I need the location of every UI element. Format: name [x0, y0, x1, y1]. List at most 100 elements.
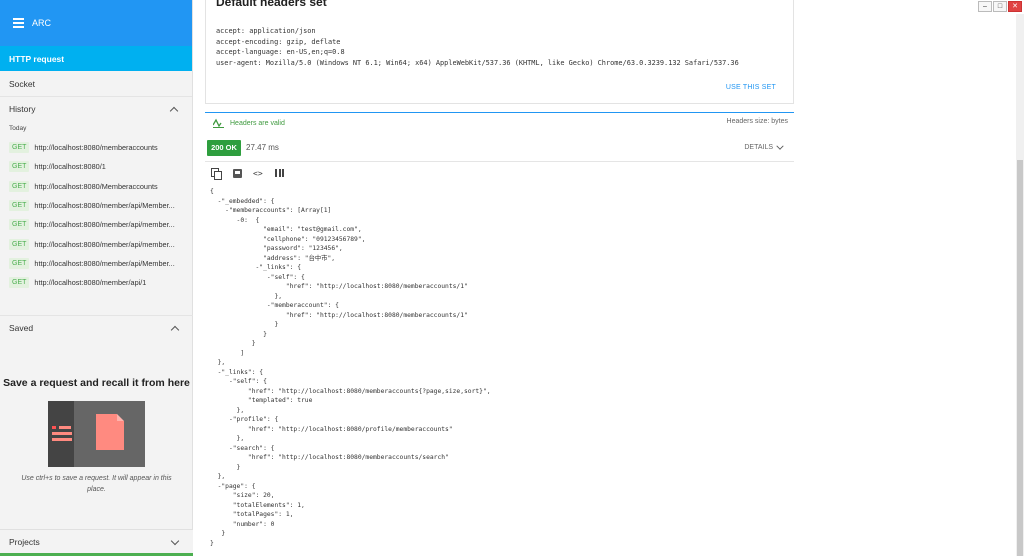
window-controls: – □ ✕ [977, 1, 1022, 12]
json-line: "size": 20, [210, 492, 275, 499]
headers-set-card: Default headers set accept: application/… [205, 0, 794, 104]
json-line: "href": "http://localhost:8080/memberacc… [210, 454, 449, 461]
code-icon[interactable]: <> [253, 168, 264, 179]
json-line: "number": 0 [210, 520, 275, 528]
headers-valid-status: Headers are valid [213, 118, 285, 128]
response-toolbar: <> [211, 168, 295, 180]
json-line: } [210, 321, 279, 328]
history-url: http://localhost:8080/member/api/member.… [34, 239, 175, 249]
app-toolbar: ARC [0, 0, 192, 46]
main-panel: – □ ✕ Default headers set accept: applic… [193, 0, 1024, 556]
projects-label: Projects [9, 536, 40, 547]
json-line: "address": "台中市", [210, 254, 336, 262]
copy-icon[interactable] [211, 168, 222, 180]
method-badge: GET [9, 238, 30, 250]
response-divider [205, 161, 794, 162]
json-line: -"_embedded": { [210, 197, 275, 205]
history-item[interactable]: GET http://localhost:8080/member/api/memb… [0, 215, 192, 234]
json-line: -"_links": { [210, 368, 264, 376]
history-url: http://localhost:8080/member/api/Member.… [34, 201, 175, 211]
json-line: } [210, 340, 256, 347]
history-item[interactable]: GET http://localhost:8080/member/api/Memb… [0, 254, 192, 273]
json-line: -"search": { [210, 444, 275, 452]
nav-http-request[interactable]: HTTP request [0, 46, 192, 71]
chevron-up-icon[interactable] [170, 105, 178, 113]
json-line: "cellphone": "09123456789", [210, 235, 366, 243]
chevron-up-icon[interactable] [171, 324, 179, 332]
saved-empty-hint: Use ctrl+s to save a request. It will ap… [21, 475, 172, 493]
method-badge: GET [9, 277, 30, 289]
history-url: http://localhost:8080/Memberaccounts [34, 181, 158, 191]
history-item[interactable]: GET http://localhost:8080/Memberaccounts [0, 177, 192, 196]
json-line: "totalElements": 1, [210, 501, 305, 509]
json-line: "totalPages": 1, [210, 511, 294, 518]
history-item[interactable]: GET http://localhost:8080/1 [0, 157, 192, 176]
json-line: }, [210, 292, 283, 300]
history-item[interactable]: GET http://localhost:8080/member/api/1 [0, 273, 192, 292]
history-group-today: Today [9, 125, 27, 132]
details-label: DETAILS [744, 143, 773, 151]
json-line: }, [210, 435, 245, 442]
json-line: "password": "123456", [210, 245, 343, 252]
minimize-button[interactable]: – [978, 1, 992, 12]
history-item[interactable]: GET http://localhost:8080/memberaccounts [0, 138, 192, 157]
method-badge: GET [9, 161, 30, 173]
json-line: } [210, 463, 241, 471]
maximize-button[interactable]: □ [993, 1, 1007, 12]
columns-icon[interactable] [275, 169, 284, 180]
saved-label: Saved [9, 323, 34, 333]
history-item[interactable]: GET http://localhost:8080/member/api/Memb… [0, 196, 192, 215]
scrollbar-thumb[interactable] [1017, 160, 1023, 556]
history-url: http://localhost:8080/member/api/Member.… [34, 258, 175, 268]
json-line: "href": "http://localhost:8080/memberacc… [210, 283, 468, 290]
close-button[interactable]: ✕ [1008, 1, 1022, 12]
header-line: accept-language: en-US,en;q=0.8 [216, 48, 345, 57]
projects-section-header[interactable]: Projects [0, 529, 193, 553]
response-time: 27.47 ms [246, 143, 279, 152]
save-icon[interactable] [233, 169, 242, 178]
chevron-down-icon[interactable] [171, 538, 179, 546]
json-line: } [210, 330, 267, 338]
headers-set-title: Default headers set [216, 0, 327, 9]
sidebar: ARC HTTP request Socket History Today GE… [0, 0, 193, 556]
scrollbar[interactable] [1016, 14, 1024, 556]
json-line: "templated": true [210, 397, 313, 404]
json-line: -"memberaccounts": [Array[1] [210, 207, 332, 214]
header-line: user-agent: Mozilla/5.0 (Windows NT 6.1;… [216, 58, 739, 67]
json-line: ] [210, 349, 245, 357]
check-icon [213, 118, 224, 128]
json-line: }, [210, 359, 226, 366]
nav-socket[interactable]: Socket [0, 71, 192, 96]
method-badge: GET [9, 219, 30, 231]
json-line: { [210, 188, 214, 195]
response-json-viewer[interactable]: { -"_embedded": { -"memberaccounts": [Ar… [210, 187, 491, 548]
history-url: http://localhost:8080/member/api/member.… [34, 220, 175, 230]
history-item[interactable]: GET http://localhost:8080/member/api/memb… [0, 234, 192, 253]
history-section-header[interactable]: History [0, 96, 192, 121]
headers-divider [205, 112, 794, 113]
app-window: ARC HTTP request Socket History Today GE… [0, 0, 1024, 556]
header-line: accept-encoding: gzip, deflate [216, 37, 341, 46]
json-line: "href": "http://localhost:8080/memberacc… [210, 311, 468, 319]
saved-section-header[interactable]: Saved [0, 315, 193, 340]
history-url: http://localhost:8080/memberaccounts [34, 143, 158, 153]
header-line: accept: application/json [216, 27, 316, 35]
json-line: -"profile": { [210, 416, 279, 423]
use-this-set-button[interactable]: USE THIS SET [726, 84, 776, 91]
method-badge: GET [9, 142, 30, 154]
json-line: -0: { [210, 216, 260, 224]
json-line: "email": "test@gmail.com", [210, 226, 362, 233]
headers-valid-text: Headers are valid [230, 119, 285, 127]
json-line: }, [210, 406, 245, 414]
json-line: -"self": { [210, 273, 305, 281]
json-line: }, [210, 473, 226, 480]
json-line: } [210, 539, 214, 547]
history-url: http://localhost:8080/member/api/1 [34, 278, 147, 288]
history-list: GET http://localhost:8080/memberaccounts G… [0, 138, 192, 292]
status-badge: 200 OK [207, 140, 241, 156]
json-line: -"self": { [210, 378, 267, 385]
json-line: "href": "http://localhost:8080/profile/m… [210, 425, 453, 433]
details-toggle[interactable]: DETAILS [744, 143, 784, 151]
menu-icon[interactable] [13, 16, 24, 30]
json-line: } [210, 530, 226, 537]
